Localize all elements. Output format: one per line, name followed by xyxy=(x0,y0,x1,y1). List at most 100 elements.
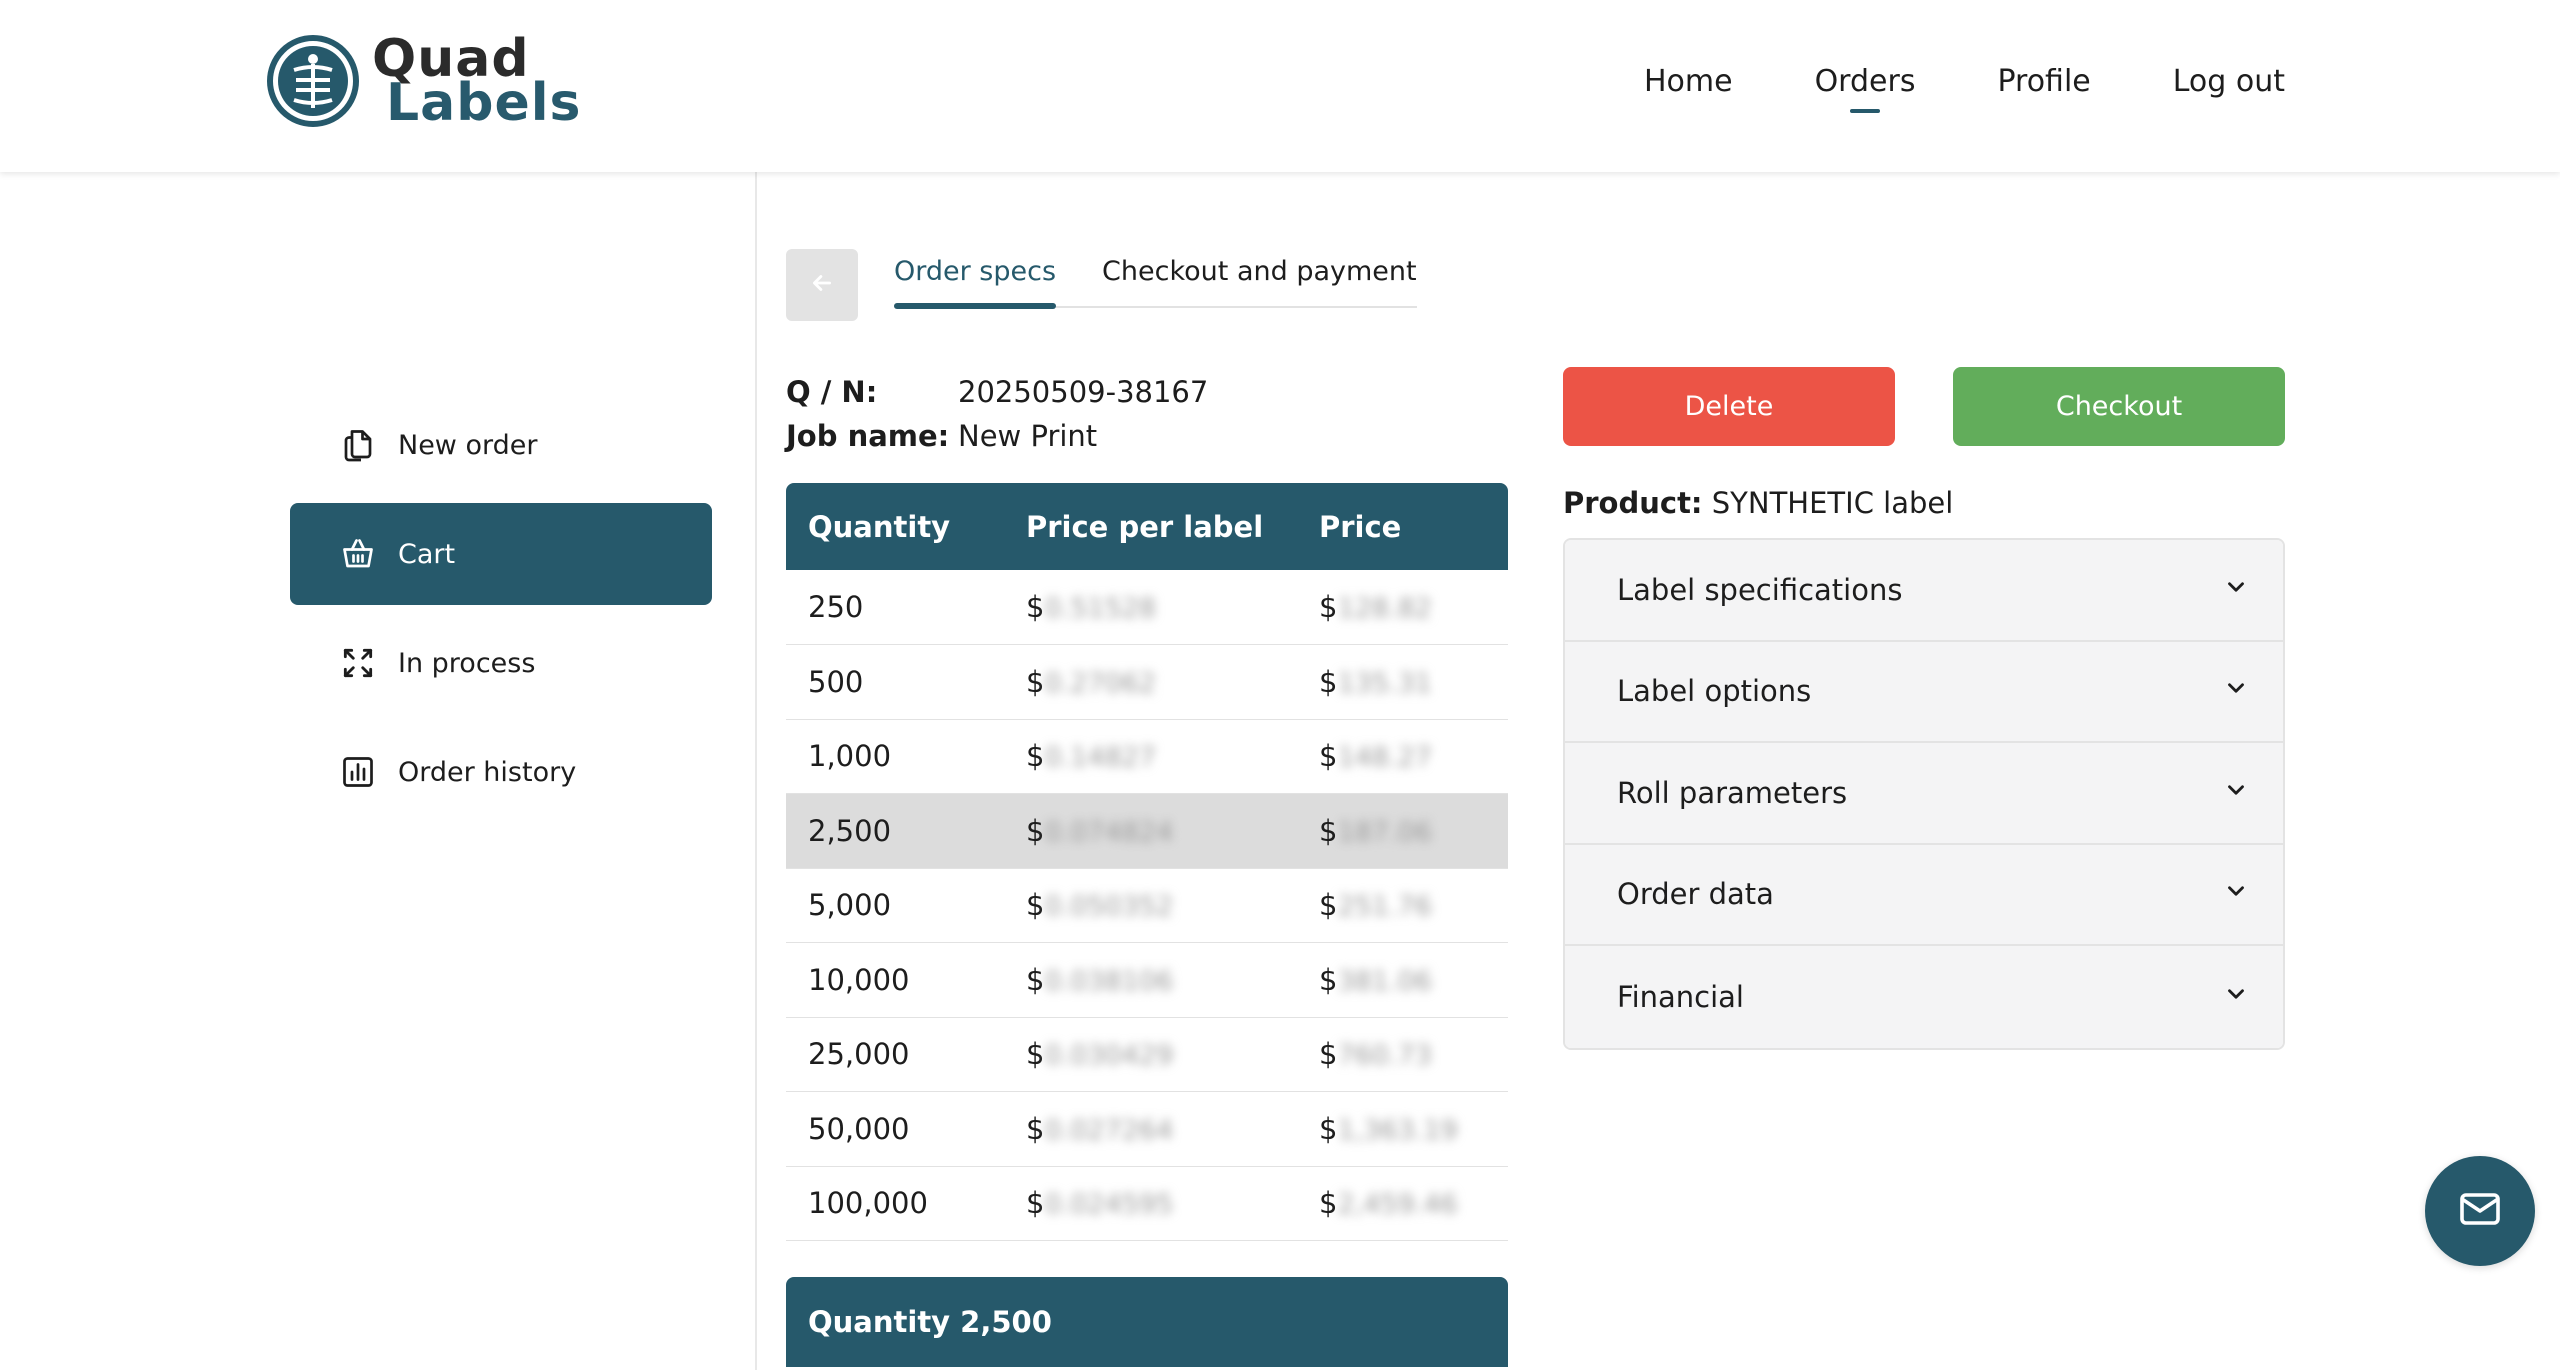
quantity-cell: 5,000 xyxy=(786,868,1004,943)
price-per-label-value: 0.027264 xyxy=(1044,1114,1174,1146)
price-per-label-cell: $0.050352 xyxy=(1004,868,1297,943)
process-icon xyxy=(338,643,378,683)
quantity-value: 10,000 xyxy=(808,962,910,997)
header: Quad Labels Home Orders Profile Log out xyxy=(0,0,2560,172)
currency-symbol: $ xyxy=(1026,1111,1045,1146)
currency-symbol: $ xyxy=(1319,813,1338,848)
table-row[interactable]: 50,000 $0.027264 $1,363.19 xyxy=(786,1091,1508,1167)
product-value: SYNTHETIC label xyxy=(1711,486,1954,520)
price-per-label-cell: $0.27062 xyxy=(1004,644,1297,720)
currency-symbol: $ xyxy=(1026,590,1045,624)
sidebar-item-label: Order history xyxy=(398,756,577,788)
currency-symbol: $ xyxy=(1026,739,1045,774)
sidebar-item-new-order[interactable]: New order xyxy=(290,394,712,496)
checkout-button[interactable]: Checkout xyxy=(1953,367,2285,446)
price-value: 381.06 xyxy=(1337,965,1432,997)
table-row[interactable]: 250 $0.51528 $128.82 xyxy=(786,570,1508,645)
currency-symbol: $ xyxy=(1319,739,1338,774)
quantity-value: 100,000 xyxy=(808,1186,928,1221)
accordion-label-options[interactable]: Label options xyxy=(1565,641,2283,743)
price-cell: $1,363.19 xyxy=(1297,1091,1508,1167)
currency-symbol: $ xyxy=(1319,1037,1338,1072)
quantity-cell: 1,000 xyxy=(786,719,1004,794)
sidebar-item-label: New order xyxy=(398,429,538,461)
chevron-down-icon xyxy=(2223,573,2249,607)
price-cell: $381.06 xyxy=(1297,942,1508,1018)
accordion-financial[interactable]: Financial xyxy=(1565,946,2283,1048)
price-per-label-value: 0.074824 xyxy=(1044,816,1174,848)
sidebar-item-order-history[interactable]: Order history xyxy=(290,721,712,823)
price-per-label-cell: $0.027264 xyxy=(1004,1091,1297,1167)
accordion-order-data[interactable]: Order data xyxy=(1565,844,2283,946)
price-cell: $2,459.46 xyxy=(1297,1166,1508,1241)
sidebar-item-in-process[interactable]: In process xyxy=(290,612,712,714)
table-row[interactable]: 10,000 $0.038106 $381.06 xyxy=(786,942,1508,1018)
price-cell: $760.73 xyxy=(1297,1017,1508,1092)
mail-icon xyxy=(2456,1185,2504,1237)
price-value: 1,363.19 xyxy=(1337,1114,1458,1146)
quantity-value: 50,000 xyxy=(808,1111,910,1146)
price-value: 148.27 xyxy=(1337,742,1432,774)
currency-symbol: $ xyxy=(1026,1186,1045,1221)
price-per-label-cell: $0.030429 xyxy=(1004,1017,1297,1092)
quantity-value: 500 xyxy=(808,664,864,699)
price-cell: $148.27 xyxy=(1297,719,1508,794)
table-row[interactable]: 100,000 $0.024595 $2,459.46 xyxy=(786,1166,1508,1241)
nav-profile[interactable]: Profile xyxy=(1997,64,2090,99)
chevron-down-icon xyxy=(2223,877,2249,911)
chevron-down-icon xyxy=(2223,674,2249,708)
currency-symbol: $ xyxy=(1319,1111,1338,1146)
price-table: Quantity Price per label Price 250 $0.515… xyxy=(786,483,1508,1241)
basket-icon xyxy=(338,534,378,574)
table-row[interactable]: 5,000 $0.050352 $251.76 xyxy=(786,868,1508,943)
sidebar-item-label: In process xyxy=(398,647,536,679)
price-per-label-value: 0.050352 xyxy=(1044,891,1174,923)
qn-label: Q / N: xyxy=(786,375,878,409)
table-row[interactable]: 1,000 $0.14827 $148.27 xyxy=(786,719,1508,794)
price-value: 135.31 xyxy=(1337,667,1432,699)
column-header-price-per-label: Price per label xyxy=(1026,509,1264,544)
price-per-label-value: 0.14827 xyxy=(1044,742,1157,774)
spec-accordion: Label specifications Label options Roll … xyxy=(1563,538,2285,1050)
job-name-row: Job name: New Print xyxy=(786,414,1208,458)
delete-button[interactable]: Delete xyxy=(1563,367,1895,446)
tab-order-specs[interactable]: Order specs xyxy=(894,256,1057,309)
accordion-label: Roll parameters xyxy=(1617,775,1848,810)
column-header-quantity: Quantity xyxy=(808,509,951,544)
back-button[interactable] xyxy=(786,249,858,321)
qn-value: 20250509-38167 xyxy=(958,375,1209,409)
currency-symbol: $ xyxy=(1319,664,1338,699)
quantity-cell: 100,000 xyxy=(786,1166,1004,1241)
accordion-label-specifications[interactable]: Label specifications xyxy=(1565,540,2283,642)
price-cell: $251.76 xyxy=(1297,868,1508,943)
nav-home[interactable]: Home xyxy=(1644,64,1733,99)
sidebar-item-label: Cart xyxy=(398,538,456,570)
table-row[interactable]: 25,000 $0.030429 $760.73 xyxy=(786,1017,1508,1092)
bar-chart-icon xyxy=(338,752,378,792)
price-per-label-cell: $0.038106 xyxy=(1004,942,1297,1018)
price-value: 760.73 xyxy=(1337,1040,1432,1072)
sidebar: New order Cart In process Order history xyxy=(0,172,757,1370)
sidebar-item-cart[interactable]: Cart xyxy=(290,503,712,605)
price-per-label-cell: $0.074824 xyxy=(1004,793,1297,869)
accordion-roll-parameters[interactable]: Roll parameters xyxy=(1565,743,2283,845)
arrow-left-icon xyxy=(809,270,835,300)
quantity-value: 5,000 xyxy=(808,888,892,923)
table-row[interactable]: 500 $0.27062 $135.31 xyxy=(786,644,1508,720)
nav-logout[interactable]: Log out xyxy=(2173,64,2285,99)
currency-symbol: $ xyxy=(1026,962,1045,997)
brand-logo[interactable]: Quad Labels xyxy=(266,33,582,129)
accordion-label: Label options xyxy=(1617,674,1812,709)
currency-symbol: $ xyxy=(1319,888,1338,923)
chevron-down-icon xyxy=(2223,776,2249,810)
nav-orders[interactable]: Orders xyxy=(1815,64,1916,99)
contact-button[interactable] xyxy=(2425,1156,2535,1266)
price-per-label-value: 0.51528 xyxy=(1044,593,1157,624)
table-header-row: Quantity Price per label Price xyxy=(786,483,1508,570)
product-label: Product: xyxy=(1563,486,1703,520)
table-row[interactable]: 2,500 $0.074824 $187.06 xyxy=(786,793,1508,869)
accordion-label: Label specifications xyxy=(1617,572,1903,607)
price-value: 251.76 xyxy=(1337,891,1432,923)
tab-checkout-and-payment[interactable]: Checkout and payment xyxy=(1102,256,1417,306)
quantity-cell: 2,500 xyxy=(786,793,1004,869)
